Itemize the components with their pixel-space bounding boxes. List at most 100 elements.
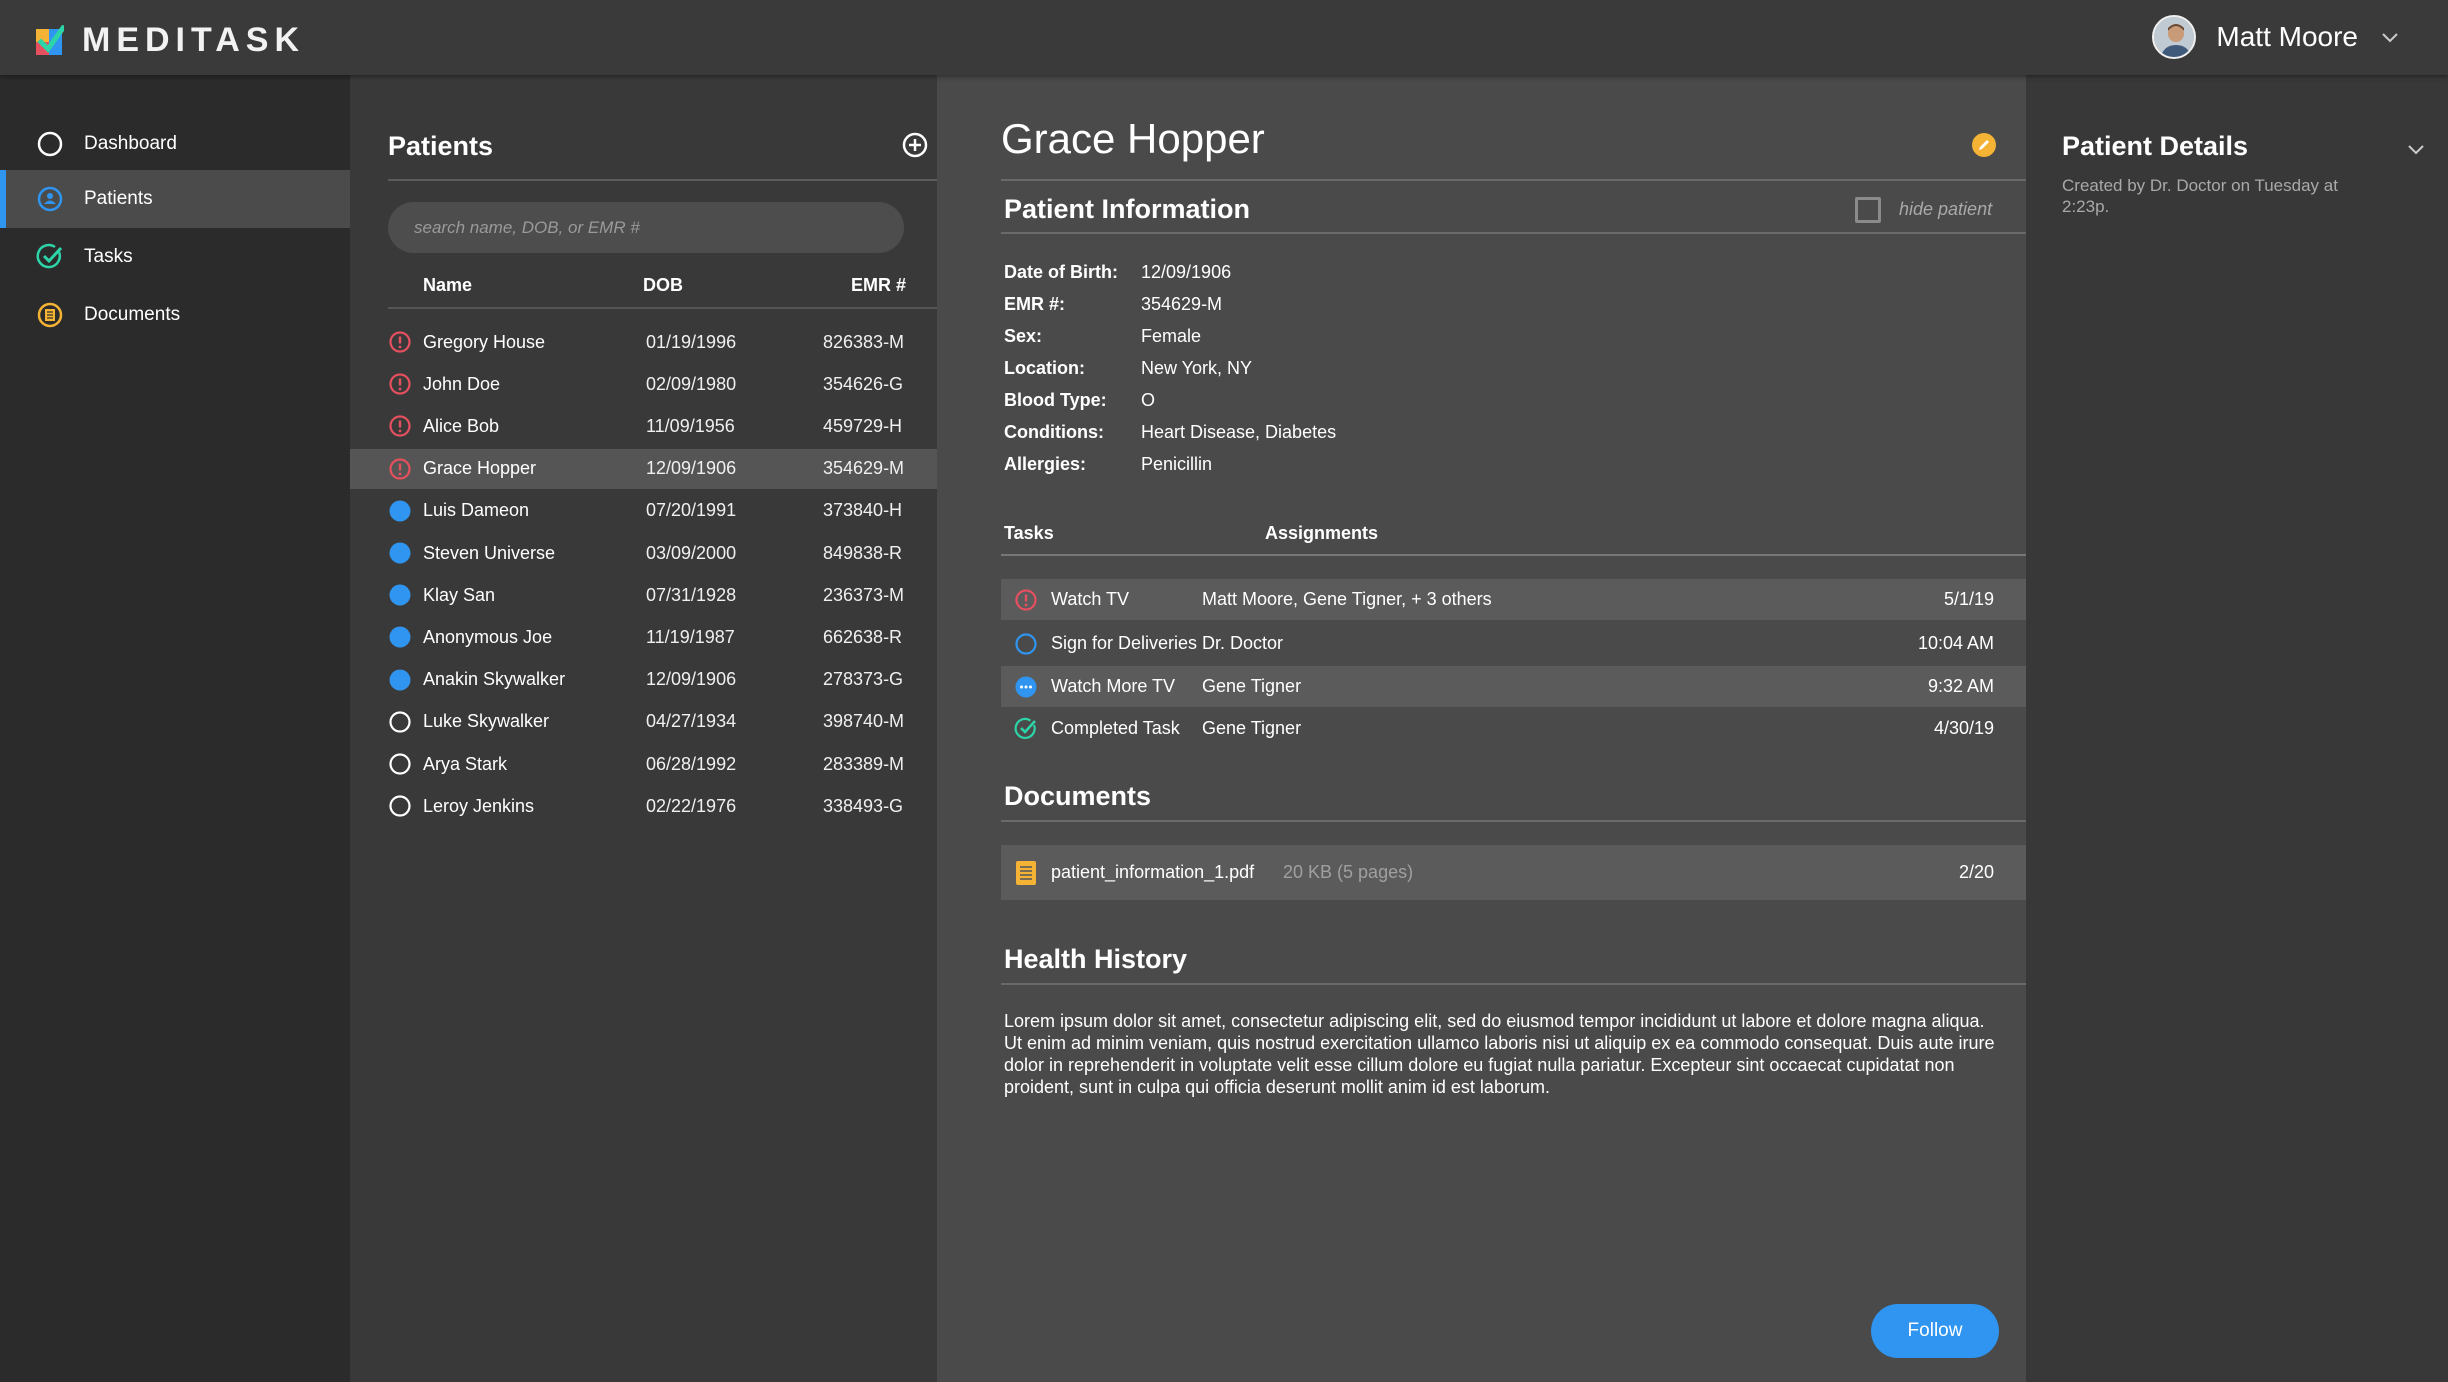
active-status-icon [389,500,411,522]
hide-patient-checkbox[interactable] [1855,197,1881,223]
task-row[interactable]: Watch TV Matt Moore, Gene Tigner, + 3 oth… [1001,579,2026,620]
document-icon [37,302,63,328]
search-input[interactable] [388,202,904,253]
info-label: Blood Type: [1004,390,1107,410]
patient-row[interactable]: Luke Skywalker 04/27/1934 398740-M [350,702,937,742]
task-name: Watch TV [1051,589,1130,609]
info-value: 12/09/1906 [1141,262,1232,282]
task-row[interactable]: Sign for Deliveries Dr. Doctor 10:04 AM [1001,623,2026,664]
info-value: Penicillin [1141,454,1213,474]
column-header-emr[interactable]: EMR # [851,275,906,296]
patient-detail: Grace Hopper Patient Information hide pa… [937,75,2026,1382]
patient-name: Alice Bob [423,415,500,436]
info-label: Conditions: [1004,422,1104,442]
patient-row[interactable]: Alice Bob 11/09/1956 459729-H [350,406,937,446]
status-indicator [388,625,412,649]
info-value: O [1141,390,1156,410]
patient-emr: 459729-H [823,415,903,436]
column-header-dob[interactable]: DOB [643,275,683,296]
status-indicator [388,668,412,692]
column-header-name[interactable]: Name [423,275,472,296]
app-name: MEDITASK [82,21,306,59]
chevron-down-icon[interactable] [2380,27,2400,47]
status-indicator [388,499,412,523]
status-indicator [388,414,412,438]
patient-row[interactable]: Luis Dameon 07/20/1991 373840-H [350,491,937,531]
divider [1001,554,2026,556]
task-row[interactable]: Watch More TV Gene Tigner 9:32 AM [1001,666,2026,707]
patient-emr: 236373-M [823,584,905,605]
patient-name: Leroy Jenkins [423,795,535,816]
task-assignments: Gene Tigner [1202,676,1302,696]
patient-emr: 662638-R [823,626,903,647]
sidebar-item-tasks[interactable]: Tasks [0,228,350,286]
patient-row[interactable]: Grace Hopper 12/09/1906 354629-M [350,448,937,489]
hide-patient-label[interactable]: hide patient [1899,199,1992,220]
section-title-documents: Documents [1004,781,1152,811]
task-time: 10:04 AM [1917,633,1994,653]
info-value: Female [1141,326,1202,346]
patient-dob: 03/09/2000 [646,542,737,563]
info-value: Heart Disease, Diabetes [1141,422,1337,442]
edit-icon[interactable] [1970,131,1998,159]
patient-row[interactable]: Anakin Skywalker 12/09/1906 278373-G [350,660,937,700]
patient-row[interactable]: Arya Stark 06/28/1992 283389-M [350,744,937,784]
add-patient-icon[interactable] [901,131,929,159]
task-row[interactable]: Completed Task Gene Tigner 4/30/19 [1001,708,2026,749]
patient-name: Klay San [423,584,496,605]
document-date: 2/20 [1958,862,1994,882]
sidebar-item-patients[interactable]: Patients [0,170,350,228]
patient-emr: 283389-M [823,753,905,774]
column-header-tasks: Tasks [1004,523,1054,543]
patient-dob: 06/28/1992 [646,753,737,774]
patient-row[interactable]: Gregory House 01/19/1996 826383-M [350,322,937,362]
active-status-icon [389,584,411,606]
user-name[interactable]: Matt Moore [2216,21,2358,53]
status-indicator [388,457,412,481]
info-value: 354629-M [1141,294,1223,314]
follow-button[interactable]: Follow [1871,1304,1999,1358]
open-task-icon [1015,632,1037,655]
patient-name: Anonymous Joe [423,626,553,647]
page-title: Grace Hopper [1001,115,1265,162]
divider [1001,983,2026,985]
sidebar-item-documents[interactable]: Documents [0,286,350,344]
patient-dob: 07/31/1928 [646,584,737,605]
patient-dob: 12/09/1906 [646,458,737,479]
active-status-icon [389,542,411,564]
health-history-text: Lorem ipsum dolor sit amet, consectetur … [1004,1011,1995,1097]
patient-row[interactable]: Klay San 07/31/1928 236373-M [350,575,937,615]
patient-dob: 04/27/1934 [646,711,737,732]
patient-row[interactable]: Anonymous Joe 11/19/1987 662638-R [350,617,937,657]
avatar-image-icon [2154,17,2195,57]
patient-details-panel: Patient Details Created by Dr. Doctor on… [2026,75,2448,1382]
in-progress-icon [1015,676,1037,697]
alert-icon [1015,588,1037,611]
status-indicator [388,372,412,396]
alert-icon [389,415,411,437]
avatar[interactable] [2152,15,2197,59]
patient-row[interactable]: Steven Universe 03/09/2000 849838-R [350,533,937,573]
info-label: EMR #: [1004,294,1066,314]
alert-icon [389,331,411,353]
column-header-assignments: Assignments [1265,523,1379,543]
info-label: Date of Birth: [1004,262,1118,282]
patient-emr: 398740-M [823,711,905,732]
task-status [1014,717,1038,741]
app-logo[interactable]: MEDITASK [36,21,305,60]
patient-emr: 278373-G [823,669,904,690]
patient-dob: 12/09/1906 [646,669,737,690]
task-time: 5/1/19 [1943,589,1994,609]
patient-name: Grace Hopper [423,458,537,479]
patient-name: John Doe [423,373,501,394]
document-row[interactable]: patient_information_1.pdf 20 KB (5 pages… [1001,845,2026,900]
patient-row[interactable]: Leroy Jenkins 02/22/1976 338493-G [350,786,937,826]
sidebar-item-dashboard[interactable]: Dashboard [0,115,350,173]
patient-row[interactable]: John Doe 02/09/1980 354626-G [350,364,937,404]
patient-emr: 373840-H [823,500,903,521]
chevron-down-icon[interactable] [2406,139,2426,159]
alert-icon [389,457,411,480]
details-created-text: Created by Dr. Doctor on Tuesday at 2:23… [2062,176,2338,216]
user-menu[interactable]: Matt Moore [2152,15,2400,59]
sidebar-item-label: Tasks [84,246,133,267]
